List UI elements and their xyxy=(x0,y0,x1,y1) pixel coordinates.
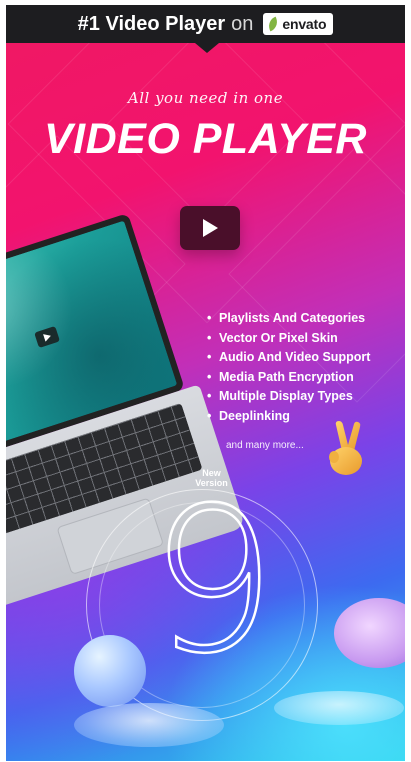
header-title: #1 Video Player xyxy=(77,12,226,35)
feature-item: • Vector Or Pixel Skin xyxy=(207,330,338,345)
version-number-text: 9 xyxy=(149,485,276,665)
feature-item: • Audio And Video Support xyxy=(207,350,371,364)
header-bar: #1 Video Player on envato xyxy=(6,5,405,43)
feature-item: • Media Path Encryption xyxy=(207,369,354,384)
envato-badge[interactable]: envato xyxy=(263,13,334,35)
decor-disc xyxy=(274,691,404,725)
play-triangle-icon xyxy=(203,219,218,237)
more-features-text: and many more... xyxy=(226,440,304,451)
play-button[interactable] xyxy=(180,206,240,250)
version-number: 9 xyxy=(148,485,278,665)
feature-item: • Multiple Display Types xyxy=(207,389,353,403)
header-notch xyxy=(195,43,219,53)
envato-brand-text: envato xyxy=(282,16,327,32)
hero-title: VIDEO PLAYER xyxy=(44,115,367,163)
feature-list: • Playlists And Categories • Vector Or Pix… xyxy=(207,309,370,426)
hero-tagline: All you need in one xyxy=(127,89,284,107)
header-connector: on xyxy=(231,12,254,35)
envato-leaf-icon xyxy=(266,16,281,32)
promo-banner: #1 Video Player on envato All you need i… xyxy=(6,5,405,761)
feature-item: • Playlists And Categories xyxy=(207,311,366,325)
mini-play-icon xyxy=(33,325,60,348)
decor-sphere xyxy=(74,635,146,707)
decor-disc xyxy=(74,703,224,747)
version-label-line1: New xyxy=(202,468,221,478)
decor-disc xyxy=(334,598,405,668)
